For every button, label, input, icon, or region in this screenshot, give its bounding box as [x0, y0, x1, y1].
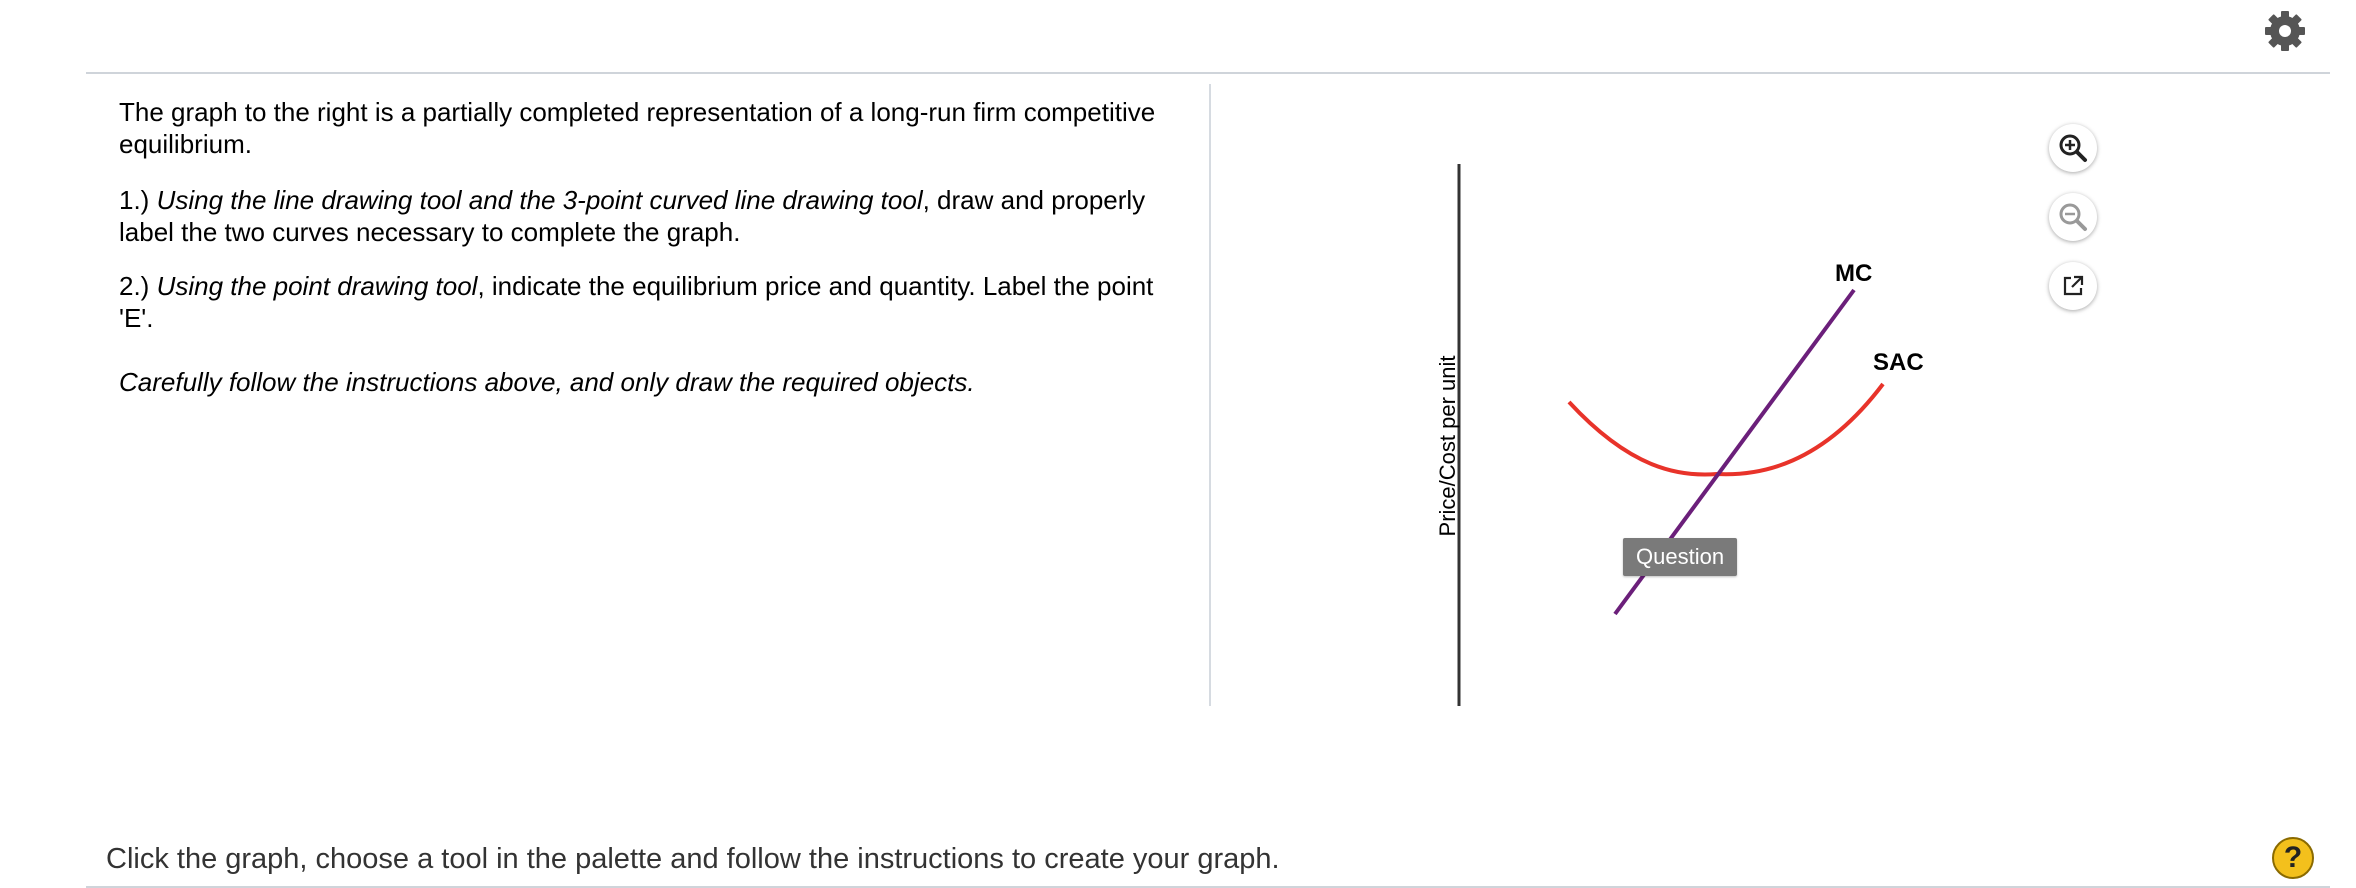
pop-out-button[interactable] [2049, 262, 2097, 310]
question-step-1: 1.) Using the line drawing tool and the … [119, 184, 1179, 248]
y-axis-label: Price/Cost per unit [1435, 356, 1460, 537]
pop-out-icon [2063, 275, 2084, 296]
mc-label: MC [1835, 260, 1872, 287]
help-icon: ? [2283, 841, 2303, 874]
step-2-tool-text: Using the point drawing tool [156, 271, 478, 301]
question-note: Carefully follow the instructions above,… [119, 366, 1179, 398]
zoom-out-button[interactable] [2049, 193, 2097, 241]
question-panel: The graph to the right is a partially co… [119, 96, 1179, 422]
settings-button[interactable] [2262, 8, 2308, 54]
top-divider [86, 72, 2330, 74]
step-1-tool-text: Using the line drawing tool and the 3-po… [156, 185, 923, 215]
zoom-out-icon [2059, 203, 2087, 231]
gear-icon [2265, 11, 2305, 51]
graph-instruction: Click the graph, choose a tool in the pa… [106, 843, 1280, 875]
graph-area[interactable]: Price/Cost per unit SAC MC [1211, 84, 2330, 724]
question-step-2: 2.) Using the point drawing tool, indica… [119, 270, 1179, 334]
question-tag[interactable]: Question [1623, 538, 1738, 576]
step-1-number: 1.) [119, 185, 157, 215]
step-2-number: 2.) [119, 271, 157, 301]
zoom-in-icon [2059, 134, 2087, 162]
sac-label: SAC [1873, 349, 1924, 376]
zoom-in-button[interactable] [2049, 124, 2097, 172]
question-intro: The graph to the right is a partially co… [119, 97, 1156, 159]
graph-canvas[interactable]: Price/Cost per unit SAC MC [1211, 84, 2330, 724]
help-button[interactable]: ? [2272, 837, 2314, 879]
note-text: Carefully follow the instructions above,… [119, 367, 975, 397]
